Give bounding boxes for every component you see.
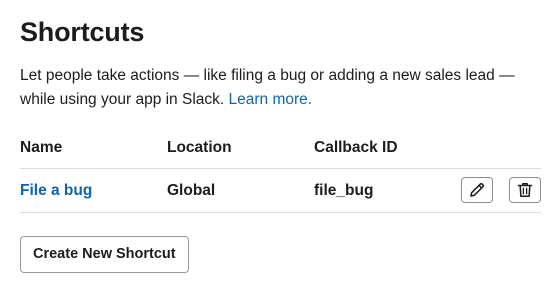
- column-header-name: Name: [20, 139, 63, 156]
- page-description: Let people take actions — like filing a …: [20, 64, 530, 112]
- page-title: Shortcuts: [20, 17, 145, 47]
- pencil-icon: [470, 183, 484, 197]
- shortcut-callback-id: file_bug: [314, 182, 374, 199]
- trash-icon: [517, 183, 533, 198]
- table-header: Name Location Callback ID: [20, 130, 541, 169]
- column-header-callback-id: Callback ID: [314, 139, 398, 156]
- shortcut-name-link[interactable]: File a bug: [20, 181, 92, 201]
- edit-shortcut-button[interactable]: [461, 177, 493, 203]
- create-new-shortcut-button[interactable]: Create New Shortcut: [20, 236, 189, 273]
- delete-shortcut-button[interactable]: [509, 177, 541, 203]
- column-header-location: Location: [167, 139, 232, 156]
- table-row: File a bug Global file_bug: [20, 169, 541, 213]
- shortcut-location: Global: [167, 182, 216, 199]
- learn-more-link[interactable]: Learn more.: [229, 91, 313, 108]
